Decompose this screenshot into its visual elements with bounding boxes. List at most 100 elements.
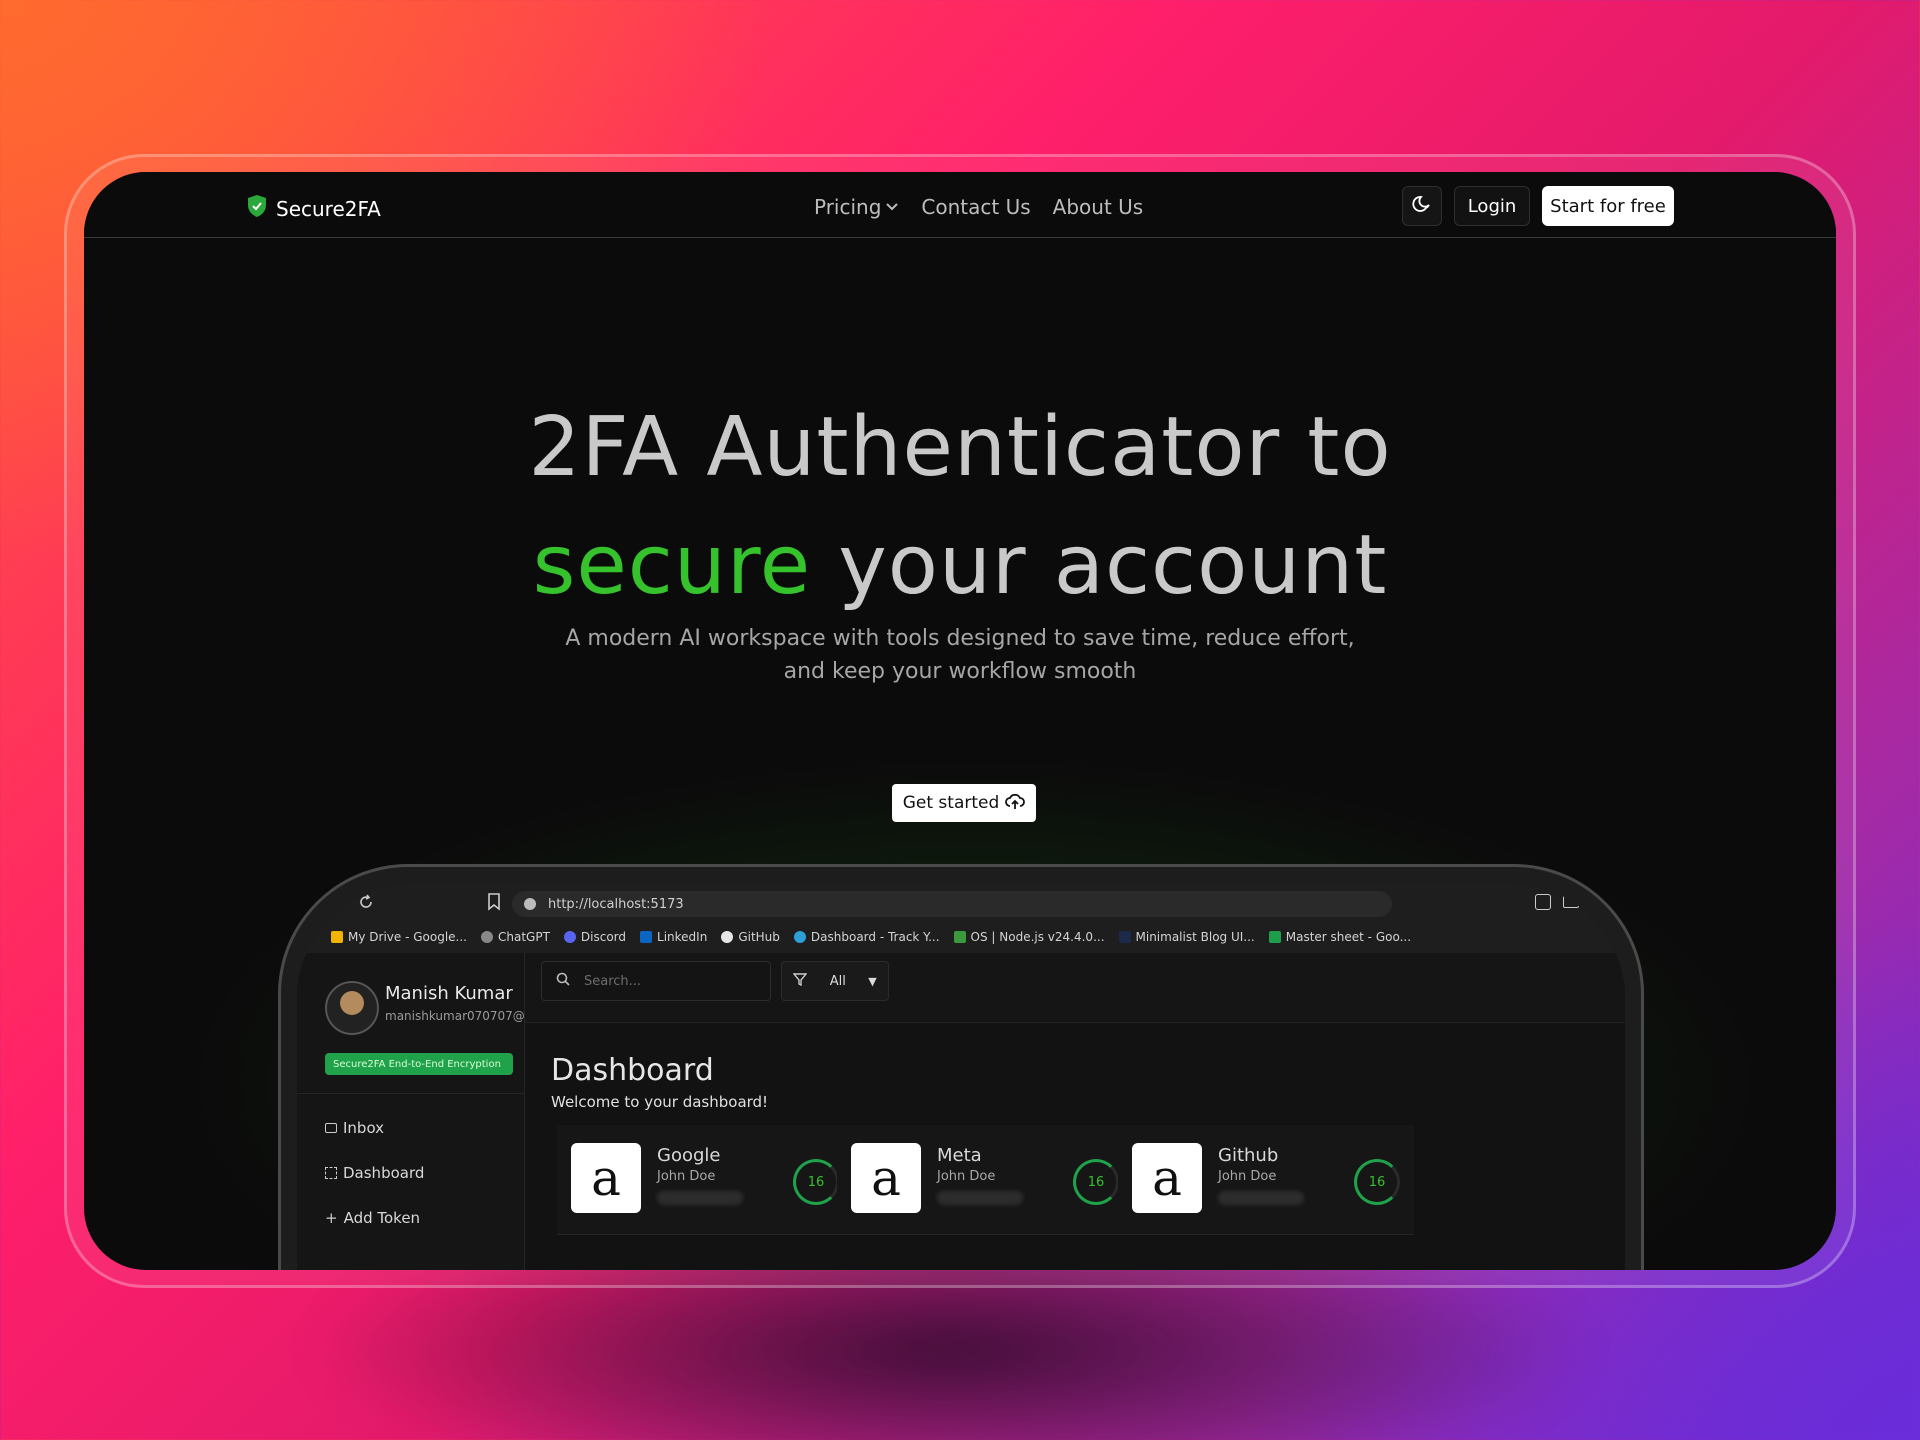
nav-about[interactable]: About Us	[1053, 195, 1144, 219]
hero-title-line1: 2FA Authenticator to	[528, 400, 1392, 495]
caret-down-icon: ▼	[868, 974, 877, 988]
search-icon	[556, 972, 570, 990]
drive-icon	[331, 931, 343, 943]
bookmark-label: LinkedIn	[657, 930, 708, 944]
bookmark-label: My Drive - Google...	[348, 930, 467, 944]
bookmark-label: Minimalist Blog UI...	[1135, 930, 1255, 944]
brand-name: Secure2FA	[276, 196, 381, 221]
page-title: Dashboard	[551, 1053, 714, 1088]
hero-title-rest: your account	[811, 518, 1388, 613]
dashboard-icon	[325, 1167, 337, 1179]
hero-subtitle: A modern AI workspace with tools designe…	[565, 626, 1355, 684]
token-card[interactable]: a Google John Doe 16	[557, 1125, 853, 1235]
start-for-free-button[interactable]: Start for free	[1542, 186, 1674, 226]
sidebar-item-dashboard[interactable]: Dashboard	[325, 1164, 424, 1182]
user-email: manishkumar070707@...	[385, 1009, 537, 1023]
sidebar-item-add-token[interactable]: + Add Token	[325, 1209, 420, 1227]
navbar: Secure2FA Pricing Contact Us About Us Lo…	[84, 172, 1836, 238]
url-text: http://localhost:5173	[548, 896, 684, 912]
moon-icon	[1412, 194, 1432, 218]
reload-icon[interactable]	[357, 893, 375, 915]
avatar[interactable]	[325, 981, 379, 1035]
bookmark-label: Dashboard - Track Y...	[810, 930, 940, 944]
get-started-button[interactable]: Get started	[892, 784, 1036, 822]
search-input[interactable]: Search...	[541, 961, 771, 1001]
filter-select[interactable]: All ▼	[781, 961, 889, 1001]
hero-accent-word: secure	[532, 518, 812, 613]
sidebar-item-label: Inbox	[343, 1119, 385, 1137]
dashboard-app: Manish Kumar manishkumar070707@... Secur…	[297, 953, 1625, 1270]
token-code-blurred	[657, 1191, 743, 1205]
extensions-icon[interactable]	[1535, 894, 1551, 910]
bookmark-item[interactable]: My Drive - Google...	[331, 930, 467, 944]
info-icon	[524, 898, 536, 910]
bookmark-label: Master sheet - Goo...	[1285, 930, 1412, 944]
token-card[interactable]: a Github John Doe 16	[1118, 1125, 1414, 1235]
bookmark-item[interactable]: Master sheet - Goo...	[1268, 930, 1412, 944]
nav-pricing-label: Pricing	[814, 195, 882, 219]
welcome-text: Welcome to your dashboard!	[551, 1093, 769, 1111]
timer-ring: 16	[1073, 1159, 1119, 1205]
token-code-blurred	[937, 1191, 1023, 1205]
sidebar-divider	[297, 1093, 525, 1094]
amazon-logo-icon: a	[851, 1143, 921, 1213]
sidebar-item-inbox[interactable]: Inbox	[325, 1119, 384, 1137]
github-icon	[721, 931, 734, 943]
get-started-label: Get started	[902, 793, 1000, 813]
address-bar[interactable]: http://localhost:5173	[512, 891, 1392, 917]
nav-pricing[interactable]: Pricing	[814, 195, 899, 219]
amazon-logo-icon: a	[571, 1143, 641, 1213]
bookmark-item[interactable]: GitHub	[721, 930, 780, 944]
sheets-icon	[1268, 931, 1281, 943]
token-user-name: John Doe	[1218, 1169, 1277, 1184]
linkedin-icon	[640, 931, 653, 943]
discord-icon	[563, 931, 576, 943]
landing-page-screen: Secure2FA Pricing Contact Us About Us Lo…	[84, 172, 1836, 1270]
screenshot-icon[interactable]	[1563, 894, 1579, 908]
bookmark-item[interactable]: OS | Node.js v24.4.0...	[953, 930, 1105, 944]
bookmark-item[interactable]: ChatGPT	[480, 930, 550, 944]
chevron-down-icon	[885, 202, 899, 212]
sidebar: Manish Kumar manishkumar070707@... Secur…	[297, 953, 536, 1270]
bookmark-label: OS | Node.js v24.4.0...	[970, 930, 1105, 944]
bookmark-item[interactable]: Minimalist Blog UI...	[1118, 930, 1255, 944]
filter-value: All	[829, 973, 846, 989]
token-code-blurred	[1218, 1191, 1304, 1205]
bookmark-item[interactable]: LinkedIn	[640, 930, 707, 944]
sidebar-item-label: Add Token	[343, 1209, 421, 1227]
bookmark-label: Discord	[580, 930, 627, 944]
sidebar-item-label: Dashboard	[343, 1164, 425, 1182]
chatgpt-icon	[480, 931, 493, 943]
cloud-upload-icon	[1005, 792, 1026, 815]
search-placeholder: Search...	[584, 973, 642, 989]
timer-ring: 16	[1354, 1159, 1400, 1205]
hero-title-line2: secure your account	[84, 518, 1836, 613]
plus-icon: +	[325, 1209, 338, 1227]
bookmark-item[interactable]: Dashboard - Track Y...	[793, 930, 940, 944]
shield-icon	[246, 194, 268, 223]
bookmark-label: ChatGPT	[497, 930, 550, 944]
nodejs-icon	[953, 931, 966, 943]
bookmark-item[interactable]: Discord	[563, 930, 627, 944]
encryption-badge: Secure2FA End-to-End Encryption	[325, 1053, 513, 1075]
bookmark-label: GitHub	[738, 930, 780, 944]
token-service-name: Google	[657, 1145, 721, 1166]
token-service-name: Meta	[937, 1145, 982, 1166]
blog-icon	[1118, 931, 1131, 943]
filter-icon	[792, 972, 808, 990]
token-card[interactable]: a Meta John Doe 16	[837, 1125, 1133, 1235]
inbox-icon	[325, 1123, 337, 1133]
token-user-name: John Doe	[937, 1169, 996, 1184]
bookmarks-bar: My Drive - Google... ChatGPT Discord Lin…	[297, 921, 1625, 953]
globe-icon	[793, 931, 806, 943]
browser-toolbar: http://localhost:5173	[297, 883, 1625, 921]
nav-contact[interactable]: Contact Us	[921, 195, 1030, 219]
bookmark-icon[interactable]	[487, 893, 501, 915]
theme-toggle-button[interactable]	[1402, 186, 1442, 226]
user-name: Manish Kumar	[385, 983, 513, 1004]
timer-ring: 16	[793, 1159, 839, 1205]
login-button[interactable]: Login	[1454, 186, 1530, 226]
device-mockup: http://localhost:5173 My Drive - Google.…	[278, 864, 1644, 1270]
brand-logo[interactable]: Secure2FA	[246, 194, 381, 223]
app-topbar: Search... All ▼	[525, 953, 1625, 1023]
